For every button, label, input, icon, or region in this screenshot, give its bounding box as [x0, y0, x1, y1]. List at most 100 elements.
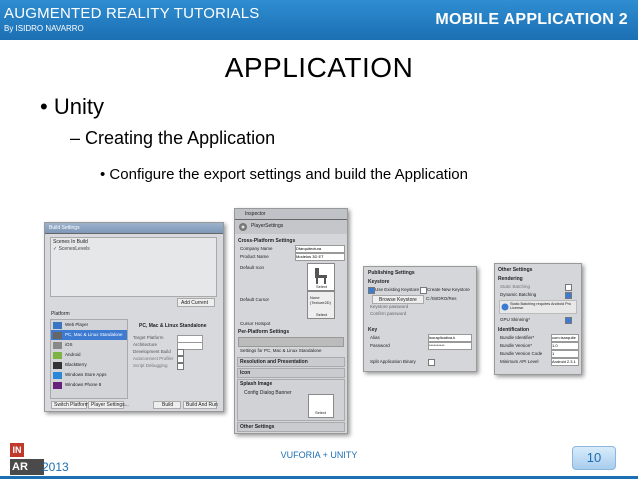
license-note-text: Static Batching requires Android Pro Lic… [510, 302, 571, 310]
platform-item[interactable]: Windows Phone 8 [65, 382, 101, 389]
platform-icons [53, 322, 62, 389]
player-settings-button[interactable]: Player Settings... [88, 401, 129, 409]
inspector-screenshot: Inspector PlayerSettings Cross-Platform … [234, 208, 348, 434]
browse-label: Browse Keystore [379, 297, 417, 303]
platform-item[interactable]: PC, Mac & Linux Standalone [65, 332, 123, 339]
config-banner-label: Config Dialog Banner [244, 390, 292, 396]
bundle-id-label: Bundle Identifier* [500, 335, 535, 340]
dynamic-batching-checkbox[interactable] [565, 292, 572, 299]
platform-list: Web Player PC, Mac & Linux Standalone iO… [50, 319, 128, 399]
confirm-password-label: Confirm password [370, 311, 407, 316]
footer-center: VUFORIA + UNITY [280, 450, 358, 460]
page-number: 10 [572, 446, 616, 470]
split-binary-label: Split Application Binary [370, 359, 416, 364]
resolution-section[interactable]: Resolution and Presentation [237, 357, 345, 367]
banner-select-label: Select [315, 410, 327, 415]
company-name-field[interactable]: Dfarquitectura [295, 245, 345, 253]
settings-for-label: Settings for PC, Mac & Linux Standalone [240, 348, 322, 353]
platform-item[interactable]: iOS [65, 342, 73, 349]
publishing-title: Publishing Settings [368, 270, 415, 276]
browse-keystore-button[interactable]: Browse Keystore [372, 295, 424, 304]
selected-platform-heading: PC, Mac & Linux Standalone [139, 323, 207, 329]
footer-year: 2013 [42, 460, 69, 474]
add-current-label: Add Current [181, 300, 208, 306]
key-heading: Key [368, 327, 378, 333]
build-settings-screenshot: Build Settings Scenes In Build ✓ ScenesL… [44, 222, 224, 412]
gpu-skinning-checkbox[interactable] [565, 317, 572, 324]
min-api-dropdown[interactable]: Android 2.3.1 [551, 358, 579, 366]
platform-item[interactable]: Windows Store Apps [65, 372, 107, 379]
platform-item[interactable]: BlackBerry [65, 362, 87, 369]
inspector-title: Inspector [245, 211, 266, 217]
header-author: By ISIDRO NAVARRO [4, 24, 84, 33]
static-batching-checkbox[interactable] [565, 284, 572, 291]
settings-gear-icon [239, 223, 247, 231]
alias-field[interactable]: isoraplicativa.k [428, 334, 472, 342]
bullet-level1: • Unity [40, 94, 104, 119]
other-settings-section[interactable]: Other Settings [237, 422, 345, 432]
chair-icon [315, 268, 327, 284]
platform-item[interactable]: Android [65, 352, 81, 359]
build-settings-title: Build Settings [49, 225, 80, 231]
player-settings-label: Player Settings... [91, 402, 129, 408]
bullet-level3: • Configure the export settings and buil… [100, 166, 468, 183]
switch-platform-button[interactable]: Switch Platform [51, 401, 89, 409]
icon-select-label: Select [316, 284, 328, 289]
cursor-select-label: Select [316, 312, 328, 317]
min-api-label: Minimum API Level [500, 359, 539, 364]
bundle-id-field[interactable]: com.isarquite [551, 334, 579, 342]
platform-tabs[interactable] [238, 337, 344, 347]
splash-section[interactable]: Splash Image Config Dialog Banner Select [237, 379, 345, 421]
product-name-field[interactable]: Modelos 3D ET [295, 253, 345, 261]
option-label: Architecture [133, 342, 158, 347]
profiler-checkbox[interactable] [177, 356, 184, 363]
build-settings-titlebar: Build Settings [45, 223, 223, 234]
switch-platform-label: Switch Platform [54, 402, 89, 408]
bundle-code-label: Bundle Version Code [500, 351, 543, 356]
use-existing-checkbox[interactable] [368, 287, 375, 294]
platform-item[interactable]: Web Player [65, 322, 88, 329]
rendering-heading: Rendering [498, 276, 523, 282]
scenes-header: Scenes In Build [53, 239, 88, 245]
scenes-panel: Scenes In Build ✓ ScenesLevels [50, 237, 217, 297]
cursor-none-label: None (Texture2D) [310, 295, 331, 305]
dynamic-batching-label: Dynamic Batching [500, 292, 537, 297]
static-batching-label: Static Batching [500, 284, 531, 289]
split-binary-checkbox[interactable] [428, 359, 435, 366]
option-label: Target Platform [133, 335, 164, 340]
player-settings-header: PlayerSettings [235, 220, 347, 234]
build-button[interactable]: Build [153, 401, 181, 409]
bundle-version-field[interactable]: 1.0 [551, 342, 579, 350]
build-label: Build [162, 402, 174, 408]
inspector-titlebar: Inspector [235, 209, 347, 220]
license-note: Static Batching requires Android Pro Lic… [499, 300, 577, 314]
inar-logo: IN AR [10, 443, 44, 477]
bundle-code-field[interactable]: 1 [551, 350, 579, 358]
build-and-run-button[interactable]: Build And Run [183, 401, 218, 409]
resolution-label: Resolution and Presentation [240, 359, 308, 365]
password-field[interactable]: ********** [428, 342, 472, 350]
cursor-hotspot-label: Cursor Hotspot [240, 321, 271, 326]
keystore-password-label: Keystore password [370, 304, 409, 309]
logo-bottom-text: AR [12, 461, 28, 473]
gpu-skinning-label: GPU Skinning* [500, 317, 531, 322]
option-label: Autoconnect Profiler [133, 356, 174, 361]
banner-slot[interactable]: Select [308, 394, 334, 418]
create-new-checkbox[interactable] [420, 287, 427, 294]
dev-build-checkbox[interactable] [177, 349, 184, 356]
header-section: MOBILE APPLICATION 2 [435, 11, 628, 28]
create-new-label: Create New Keystore [427, 287, 470, 292]
other-settings-label: Other Settings [240, 424, 275, 430]
default-icon-slot[interactable]: Select [307, 263, 335, 291]
icon-section-label: Icon [240, 370, 251, 376]
default-cursor-slot[interactable]: None (Texture2D) Select [307, 291, 335, 319]
use-existing-label: Use Existing Keystore [375, 287, 420, 292]
bullet-level2-text: Creating the Application [85, 128, 276, 148]
other-settings-screenshot: Other Settings Rendering Static Batching… [494, 263, 582, 375]
bullet-level2: – Creating the Application [70, 128, 276, 148]
debugging-checkbox[interactable] [177, 363, 184, 370]
scene-item: ✓ ScenesLevels [53, 246, 90, 252]
add-current-button[interactable]: Add Current [177, 298, 215, 307]
icon-section[interactable]: Icon [237, 368, 345, 378]
logo-bottom: AR [10, 459, 44, 475]
